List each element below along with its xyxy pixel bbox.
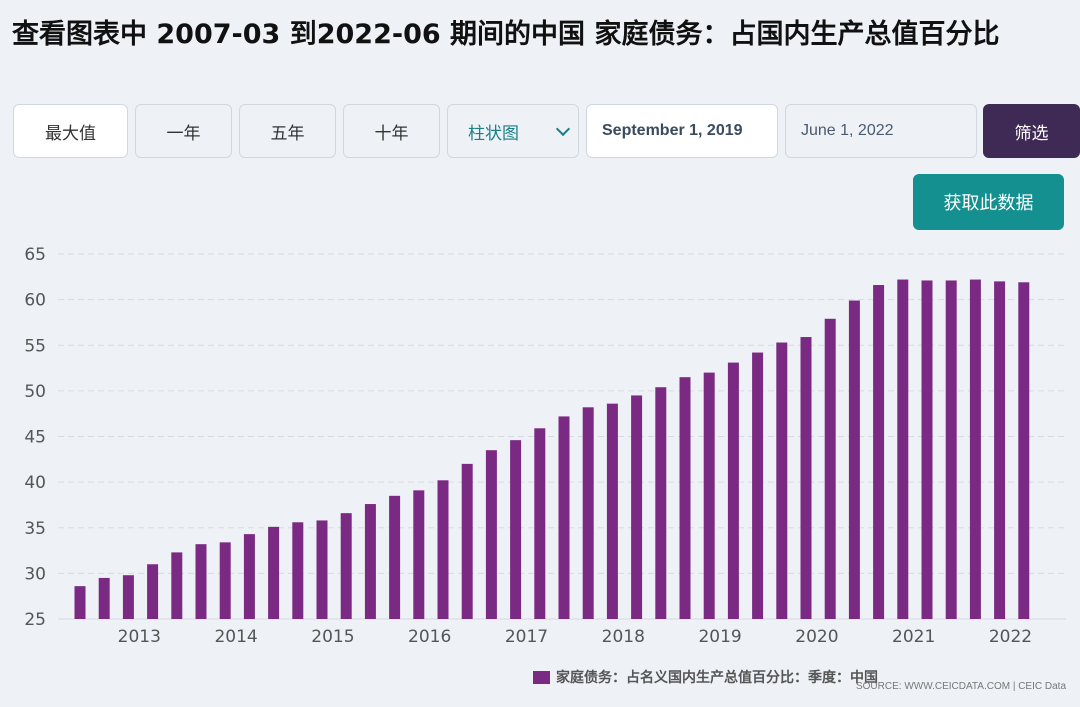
- bar[interactable]: [364, 504, 376, 619]
- bar[interactable]: [389, 495, 401, 619]
- bar[interactable]: [921, 280, 933, 619]
- x-tick-label: 2014: [214, 627, 257, 647]
- y-tick-label: 35: [24, 519, 46, 539]
- y-tick-label: 45: [24, 428, 46, 448]
- bar[interactable]: [897, 279, 909, 619]
- start-date-field[interactable]: September 1, 2019: [586, 104, 778, 158]
- bar[interactable]: [292, 522, 304, 619]
- bar[interactable]: [485, 450, 497, 619]
- bar[interactable]: [243, 534, 255, 619]
- bar[interactable]: [824, 318, 836, 619]
- bar[interactable]: [171, 552, 183, 619]
- x-tick-label: 2017: [505, 627, 548, 647]
- y-tick-label: 40: [24, 473, 46, 493]
- y-tick-label: 25: [24, 610, 46, 630]
- chart-type-select[interactable]: 柱状图: [447, 104, 579, 158]
- page-title: 查看图表中 2007-03 到2022-06 期间的中国 家庭债务：占国内生产总…: [12, 19, 1000, 50]
- x-tick-label: 2022: [989, 627, 1032, 647]
- legend-swatch: [533, 670, 550, 684]
- y-tick-label: 30: [24, 564, 46, 584]
- bar[interactable]: [873, 285, 885, 619]
- bar[interactable]: [510, 440, 522, 619]
- x-tick-label: 2019: [698, 627, 741, 647]
- bar[interactable]: [703, 372, 715, 619]
- bar[interactable]: [1018, 282, 1030, 619]
- bar[interactable]: [413, 490, 425, 619]
- get-data-button[interactable]: 获取此数据: [913, 174, 1064, 230]
- bar[interactable]: [800, 337, 812, 619]
- bar[interactable]: [461, 463, 473, 619]
- bar[interactable]: [969, 279, 981, 619]
- end-date-field[interactable]: June 1, 2022: [785, 104, 977, 158]
- chevron-down-icon: [555, 121, 571, 137]
- bar[interactable]: [631, 395, 643, 619]
- five-year-button[interactable]: 五年: [239, 104, 336, 158]
- bar[interactable]: [994, 281, 1006, 619]
- bar[interactable]: [727, 362, 739, 619]
- bar[interactable]: [582, 407, 594, 619]
- x-tick-label: 2020: [795, 627, 838, 647]
- chart-legend: 家庭债务：占名义国内生产总值百分比：季度：中国: [533, 667, 878, 687]
- y-tick-label: 60: [24, 291, 46, 311]
- x-tick-label: 2021: [892, 627, 935, 647]
- y-tick-label: 65: [24, 245, 46, 265]
- x-tick-label: 2016: [408, 627, 451, 647]
- one-year-button[interactable]: 一年: [135, 104, 232, 158]
- y-tick-label: 50: [24, 382, 46, 402]
- legend-label: 家庭债务：占名义国内生产总值百分比：季度：中国: [556, 670, 878, 686]
- chart: 25 30 35 40 45 50 55 60 65 2013 2014 2015 2016 2017 20…: [24, 245, 1066, 647]
- ten-year-button[interactable]: 十年: [343, 104, 440, 158]
- bar[interactable]: [268, 526, 280, 619]
- bar[interactable]: [534, 428, 546, 619]
- x-tick-label: 2013: [118, 627, 161, 647]
- bar[interactable]: [752, 352, 764, 619]
- x-tick-label: 2015: [311, 627, 354, 647]
- bar[interactable]: [776, 342, 788, 619]
- bar[interactable]: [848, 300, 860, 619]
- bar[interactable]: [219, 542, 231, 619]
- source-label: SOURCE: WWW.CEICDATA.COM | CEIC Data: [855, 681, 1066, 692]
- filter-button[interactable]: 筛选: [983, 104, 1080, 158]
- bar[interactable]: [679, 377, 691, 619]
- y-tick-label: 55: [24, 336, 46, 356]
- bar[interactable]: [606, 403, 618, 619]
- bar[interactable]: [655, 387, 667, 619]
- bar[interactable]: [74, 586, 86, 619]
- max-range-button[interactable]: 最大值: [13, 104, 128, 158]
- bar[interactable]: [195, 544, 207, 619]
- bar[interactable]: [558, 416, 570, 619]
- bar[interactable]: [98, 577, 110, 619]
- chart-type-label: 柱状图: [468, 123, 519, 144]
- bar[interactable]: [945, 280, 957, 619]
- bar[interactable]: [122, 575, 134, 619]
- page: 查看图表中 2007-03 到2022-06 期间的中国 家庭债务：占国内生产总…: [0, 0, 1080, 707]
- bar[interactable]: [437, 480, 449, 619]
- bar[interactable]: [147, 564, 159, 619]
- x-tick-label: 2018: [602, 627, 645, 647]
- bar[interactable]: [316, 520, 328, 619]
- bar[interactable]: [340, 513, 352, 619]
